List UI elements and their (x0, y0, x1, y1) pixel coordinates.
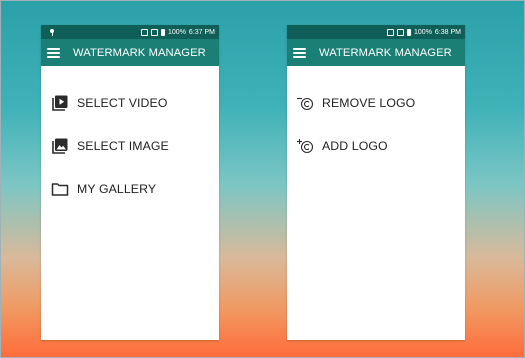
app-bar: WATERMARK MANAGER (41, 39, 219, 66)
sim-signal-icon (141, 28, 149, 36)
menu-item-label: SELECT IMAGE (77, 138, 169, 153)
battery-icon (161, 28, 166, 36)
menu-item-add-logo[interactable]: ADD LOGO (287, 135, 465, 156)
app-title: WATERMARK MANAGER (73, 46, 206, 59)
menu-item-label: SELECT VIDEO (77, 95, 168, 110)
hamburger-menu-icon[interactable] (47, 47, 60, 58)
sim-signal-icon (151, 28, 159, 36)
app-bar: WATERMARK MANAGER (287, 39, 465, 66)
sim-signal-icon (397, 28, 405, 36)
menu-item-remove-logo[interactable]: REMOVE LOGO (287, 92, 465, 113)
phone-screen-logo-menu: 100% 6:38 PM WATERMARK MANAGER REMOVE LO… (287, 25, 465, 340)
status-bar: 100% 6:38 PM (287, 25, 465, 39)
clock: 6:37 PM (188, 28, 215, 36)
video-icon (52, 95, 68, 111)
sim-signal-icon (387, 28, 395, 36)
logo-menu: REMOVE LOGO ADD LOGO (287, 66, 465, 156)
clock: 6:38 PM (434, 28, 461, 36)
notification-icon (49, 28, 56, 36)
menu-item-select-image[interactable]: SELECT IMAGE (41, 135, 219, 156)
folder-icon (51, 182, 69, 196)
phone-screen-main-menu: 100% 6:37 PM WATERMARK MANAGER SELECT VI… (41, 25, 219, 340)
add-logo-icon (297, 138, 314, 153)
hamburger-menu-icon[interactable] (293, 47, 306, 58)
battery-percent: 100% (168, 28, 186, 36)
menu-item-label: MY GALLERY (77, 181, 157, 196)
main-menu: SELECT VIDEO SELECT IMAGE MY GALLERY (41, 66, 219, 199)
menu-item-label: REMOVE LOGO (322, 95, 416, 110)
menu-item-select-video[interactable]: SELECT VIDEO (41, 92, 219, 113)
remove-logo-icon (297, 97, 314, 110)
image-icon (52, 138, 68, 154)
menu-item-label: ADD LOGO (322, 138, 388, 153)
app-title: WATERMARK MANAGER (319, 46, 452, 59)
battery-percent: 100% (414, 28, 432, 36)
battery-icon (407, 28, 412, 36)
menu-item-my-gallery[interactable]: MY GALLERY (41, 178, 219, 199)
status-bar: 100% 6:37 PM (41, 25, 219, 39)
